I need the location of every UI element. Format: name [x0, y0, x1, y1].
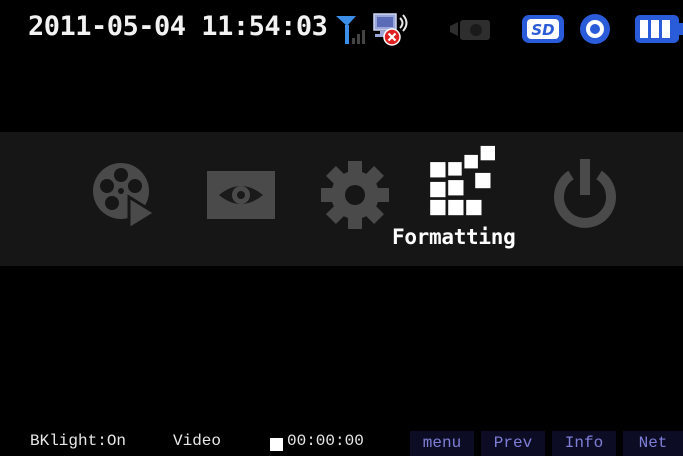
formatting-blocks-icon[interactable]: [414, 136, 504, 226]
bottom-status-bar: BKlight:On Video 00:00:00 menu Prev Info…: [0, 427, 683, 456]
camera-icon: [448, 16, 494, 48]
softkey-info[interactable]: Info: [552, 431, 616, 456]
status-bar: 2011-05-04 11:54:03 SD: [0, 0, 683, 56]
selected-menu-label: Formatting: [392, 225, 516, 249]
record-timer: 00:00:00: [287, 432, 364, 450]
datetime: 2011-05-04 11:54:03: [28, 11, 328, 42]
mode-indicator: Video: [173, 432, 222, 450]
sd-card-icon: SD: [521, 14, 565, 48]
settings-gear-icon[interactable]: [310, 150, 400, 240]
video-playback-icon[interactable]: [80, 150, 170, 240]
softkey-net[interactable]: Net: [623, 431, 683, 456]
battery-full-icon: [634, 14, 683, 48]
record-indicator-icon: [578, 13, 612, 49]
main-menu-strip: [0, 132, 683, 266]
softkey-prev[interactable]: Prev: [481, 431, 545, 456]
preview-eye-icon[interactable]: [196, 150, 286, 240]
backlight-status: BKlight:On: [30, 432, 127, 450]
power-icon[interactable]: [540, 150, 630, 240]
network-disconnected-icon: [372, 12, 412, 50]
softkey-menu[interactable]: menu: [410, 431, 474, 456]
stop-square-icon: [270, 438, 283, 451]
svg-text:SD: SD: [531, 21, 554, 39]
signal-antenna-icon: [334, 14, 368, 50]
